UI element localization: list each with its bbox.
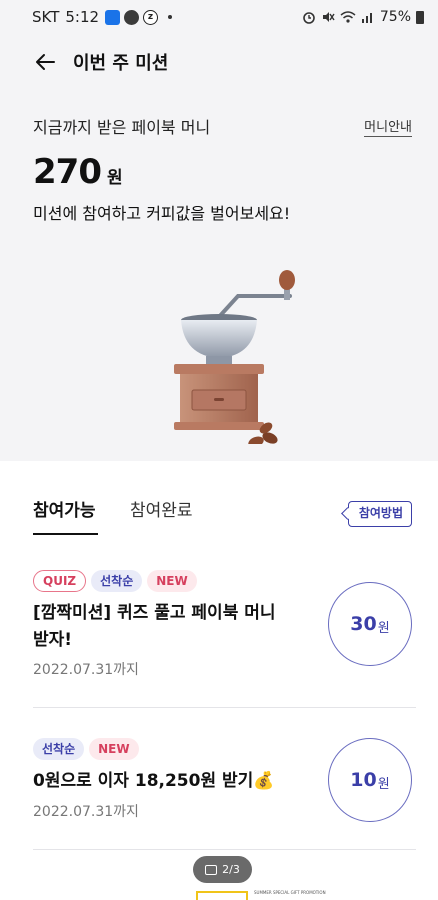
mission-deadline: 2022.07.31까지: [33, 662, 139, 678]
battery-icon: [416, 10, 424, 24]
reward-unit: 원: [377, 776, 390, 792]
mission-deadline: 2022.07.31까지: [33, 804, 139, 820]
money-amount-value: 270: [33, 152, 102, 192]
money-description: 미션에 참여하고 커피값을 벌어보세요!: [33, 204, 291, 223]
carrier-label: SKT: [32, 8, 60, 26]
mission-reward: 10 원: [328, 738, 412, 822]
money-amount: 270 원: [33, 152, 123, 192]
tab-available[interactable]: 참여가능: [33, 496, 98, 535]
money-summary-section: 이번 주 미션 지금까지 받은 페이북 머니 머니안내 270 원 미션에 참여…: [0, 34, 438, 461]
tab-completed[interactable]: 참여완료: [130, 496, 193, 533]
mission-card[interactable]: QUIZ 선착순 NEW [깜짝미션] 퀴즈 풀고 페이북 머니 받자! 202…: [0, 570, 438, 708]
how-to-participate-button[interactable]: 참여방법: [347, 501, 412, 527]
mission-badges: 선착순 NEW: [33, 738, 139, 760]
divider: [33, 849, 416, 850]
talk-icon: [124, 9, 140, 25]
news-icon: [105, 9, 121, 25]
mission-badges: QUIZ 선착순 NEW: [33, 570, 197, 592]
reward-value: 10: [350, 769, 377, 791]
status-right: 75%: [302, 9, 424, 25]
reward-unit: 원: [377, 620, 390, 636]
alarm-icon: [303, 12, 315, 24]
page-title: 이번 주 미션: [73, 53, 169, 74]
money-amount-unit: 원: [106, 168, 123, 188]
z-icon: z: [143, 9, 159, 25]
money-label: 지금까지 받은 페이북 머니: [33, 118, 211, 137]
mute-icon: [322, 12, 335, 22]
banner-pager[interactable]: 2/3: [193, 856, 252, 883]
mission-title: 0원으로 이자 18,250원 받기💰: [33, 771, 275, 791]
wifi-icon: [340, 11, 356, 23]
badge-new: NEW: [147, 570, 197, 592]
top-app-bar: 이번 주 미션: [0, 34, 438, 90]
divider: [33, 707, 416, 708]
reward-value: 30: [350, 613, 377, 635]
badge-first-come: 선착순: [33, 738, 85, 760]
coffee-grinder-illustration: [174, 270, 295, 444]
money-guide-link[interactable]: 머니안내: [364, 116, 412, 137]
promo-banner-text: SUMMER SPECIAL GIFT PROMOTION: [254, 890, 326, 895]
badge-quiz: QUIZ: [33, 570, 87, 592]
promo-banner-peek[interactable]: [196, 891, 248, 900]
mission-card[interactable]: 선착순 NEW 0원으로 이자 18,250원 받기💰 2022.07.31까지…: [0, 738, 438, 850]
mission-title: [깜짝미션] 퀴즈 풀고 페이북 머니 받자!: [33, 603, 276, 650]
badge-first-come: 선착순: [91, 570, 143, 592]
badge-new: NEW: [89, 738, 139, 760]
back-arrow-icon[interactable]: [33, 50, 57, 74]
battery-percent: 75%: [379, 9, 411, 25]
status-bar: SKT 5:12 z 75%: [0, 0, 438, 34]
more-notifications-icon: [168, 15, 173, 19]
signal-icon: [361, 13, 372, 23]
mission-reward: 30 원: [328, 582, 412, 666]
pager-text: 2/3: [222, 863, 240, 876]
clock: 5:12: [65, 8, 100, 26]
image-icon: [205, 864, 218, 875]
